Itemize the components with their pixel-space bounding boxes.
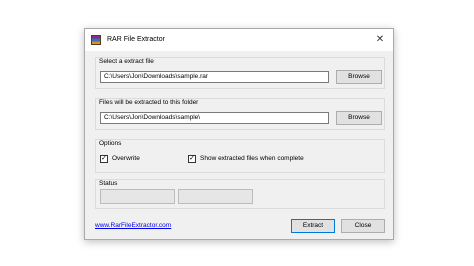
destination-path-input[interactable]: C:\Users\Jon\Downloads\sample\ — [100, 112, 329, 124]
status-progress-bar-1 — [100, 189, 175, 204]
website-link[interactable]: www.RarFileExtractor.com — [95, 221, 171, 231]
show-files-checkbox[interactable]: ✓ — [188, 155, 196, 163]
destination-browse-button[interactable]: Browse — [336, 111, 382, 125]
overwrite-checkbox-row[interactable]: ✓ Overwrite — [100, 154, 180, 164]
source-file-group: Select a extract file C:\Users\Jon\Downl… — [95, 57, 385, 89]
checkmark-icon: ✓ — [101, 155, 107, 162]
rar-archive-icon — [91, 35, 101, 45]
show-files-checkbox-row[interactable]: ✓ Show extracted files when complete — [188, 154, 378, 164]
title-bar[interactable]: RAR File Extractor ✕ — [85, 29, 393, 51]
extract-button[interactable]: Extract — [291, 219, 335, 233]
overwrite-label: Overwrite — [112, 155, 140, 162]
source-path-input[interactable]: C:\Users\Jon\Downloads\sample.rar — [100, 71, 329, 83]
status-group: Status — [95, 179, 385, 209]
rar-extractor-window: RAR File Extractor ✕ Select a extract fi… — [84, 28, 394, 240]
window-title: RAR File Extractor — [107, 36, 165, 43]
window-close-button[interactable]: ✕ — [367, 29, 393, 51]
show-files-label: Show extracted files when complete — [200, 155, 304, 162]
status-label: Status — [99, 180, 118, 187]
options-label: Options — [99, 140, 122, 147]
checkmark-icon: ✓ — [189, 155, 195, 162]
source-file-label: Select a extract file — [99, 58, 154, 65]
destination-folder-label: Files will be extracted to this folder — [99, 99, 199, 106]
options-group: Options ✓ Overwrite ✓ Show extracted fil… — [95, 139, 385, 173]
status-progress-bar-2 — [178, 189, 253, 204]
close-button[interactable]: Close — [341, 219, 385, 233]
overwrite-checkbox[interactable]: ✓ — [100, 155, 108, 163]
destination-folder-group: Files will be extracted to this folder C… — [95, 98, 385, 130]
source-browse-button[interactable]: Browse — [336, 70, 382, 84]
close-icon: ✕ — [375, 34, 385, 45]
